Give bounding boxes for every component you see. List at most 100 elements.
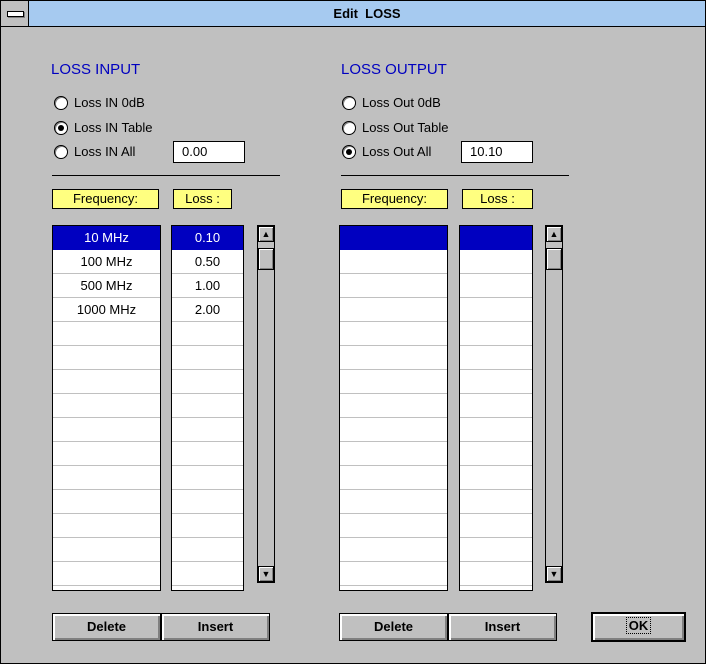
input-insert-button[interactable]: Insert xyxy=(161,613,270,641)
list-item[interactable] xyxy=(460,298,532,322)
list-item[interactable] xyxy=(460,466,532,490)
input-loss-header: Loss : xyxy=(173,189,232,209)
list-item[interactable] xyxy=(340,226,447,250)
output-frequency-list[interactable] xyxy=(339,225,448,591)
list-item[interactable] xyxy=(340,394,447,418)
list-item[interactable]: 0.50 xyxy=(172,250,243,274)
list-item[interactable] xyxy=(53,418,160,442)
output-insert-button[interactable]: Insert xyxy=(448,613,557,641)
edit-loss-window: Edit LOSS LOSS INPUT Loss IN 0dB Loss IN… xyxy=(0,0,706,664)
radio-button[interactable] xyxy=(54,121,68,135)
list-item[interactable] xyxy=(460,226,532,250)
list-item[interactable] xyxy=(340,274,447,298)
list-item[interactable] xyxy=(172,490,243,514)
arrow-up-icon[interactable]: ▲ xyxy=(258,226,274,242)
radio-label: Loss IN Table xyxy=(74,120,153,135)
list-item[interactable]: 1000 MHz xyxy=(53,298,160,322)
list-item[interactable] xyxy=(460,562,532,586)
list-item[interactable] xyxy=(53,514,160,538)
window-title: Edit LOSS xyxy=(333,6,401,21)
list-item[interactable] xyxy=(340,298,447,322)
list-item[interactable] xyxy=(53,370,160,394)
list-item[interactable]: 100 MHz xyxy=(53,250,160,274)
list-item[interactable] xyxy=(172,322,243,346)
list-item[interactable] xyxy=(53,538,160,562)
title-bar[interactable]: Edit LOSS xyxy=(1,1,705,27)
list-item[interactable] xyxy=(53,466,160,490)
list-item[interactable] xyxy=(172,418,243,442)
list-item[interactable] xyxy=(460,538,532,562)
output-scrollbar[interactable]: ▲ ▼ xyxy=(545,225,563,583)
list-item[interactable] xyxy=(340,250,447,274)
list-item[interactable] xyxy=(53,442,160,466)
input-frequency-list[interactable]: 10 MHz 100 MHz 500 MHz 1000 MHz xyxy=(52,225,161,591)
list-item[interactable] xyxy=(172,538,243,562)
list-item[interactable] xyxy=(340,322,447,346)
list-item[interactable]: 10 MHz xyxy=(53,226,160,250)
list-item[interactable] xyxy=(172,346,243,370)
list-item[interactable] xyxy=(460,490,532,514)
list-item[interactable] xyxy=(172,562,243,586)
list-item[interactable] xyxy=(172,394,243,418)
radio-label: Loss IN 0dB xyxy=(74,95,145,110)
list-item[interactable] xyxy=(340,538,447,562)
arrow-down-icon[interactable]: ▼ xyxy=(258,566,274,582)
list-item[interactable] xyxy=(172,370,243,394)
loss-input-title: LOSS INPUT xyxy=(51,61,141,78)
radio-label: Loss IN All xyxy=(74,144,136,159)
list-item[interactable] xyxy=(340,490,447,514)
output-frequency-header: Frequency: xyxy=(341,189,448,209)
radio-button[interactable] xyxy=(342,145,356,159)
list-item[interactable] xyxy=(340,514,447,538)
arrow-down-icon[interactable]: ▼ xyxy=(546,566,562,582)
loss-in-all-field[interactable]: 0.00 xyxy=(173,141,245,163)
scroll-thumb[interactable] xyxy=(546,248,562,270)
list-item[interactable] xyxy=(460,442,532,466)
list-item[interactable] xyxy=(460,250,532,274)
list-item[interactable] xyxy=(460,514,532,538)
list-item[interactable] xyxy=(53,346,160,370)
list-item[interactable] xyxy=(340,562,447,586)
list-item[interactable] xyxy=(340,442,447,466)
list-item[interactable] xyxy=(172,466,243,490)
output-delete-button[interactable]: Delete xyxy=(339,613,448,641)
list-item[interactable] xyxy=(460,418,532,442)
list-item[interactable] xyxy=(340,346,447,370)
list-item[interactable]: 1.00 xyxy=(172,274,243,298)
radio-button[interactable] xyxy=(54,96,68,110)
divider xyxy=(341,175,569,176)
list-item[interactable]: 0.10 xyxy=(172,226,243,250)
list-item[interactable] xyxy=(460,346,532,370)
divider xyxy=(52,175,280,176)
list-item[interactable] xyxy=(53,394,160,418)
input-frequency-header: Frequency: xyxy=(52,189,159,209)
list-item[interactable] xyxy=(53,562,160,586)
radio-button[interactable] xyxy=(342,121,356,135)
input-loss-list[interactable]: 0.10 0.50 1.00 2.00 xyxy=(171,225,244,591)
scroll-thumb[interactable] xyxy=(258,248,274,270)
arrow-up-icon[interactable]: ▲ xyxy=(546,226,562,242)
loss-out-all-field[interactable]: 10.10 xyxy=(461,141,533,163)
list-item[interactable] xyxy=(460,322,532,346)
list-item[interactable] xyxy=(172,514,243,538)
list-item[interactable] xyxy=(460,274,532,298)
list-item[interactable] xyxy=(460,370,532,394)
loss-output-title: LOSS OUTPUT xyxy=(341,61,447,78)
system-menu-icon[interactable] xyxy=(1,1,29,26)
radio-button[interactable] xyxy=(54,145,68,159)
output-loss-list[interactable] xyxy=(459,225,533,591)
input-scrollbar[interactable]: ▲ ▼ xyxy=(257,225,275,583)
list-item[interactable]: 2.00 xyxy=(172,298,243,322)
list-item[interactable] xyxy=(53,322,160,346)
ok-button[interactable]: OK xyxy=(591,612,686,642)
list-item[interactable] xyxy=(172,442,243,466)
list-item[interactable] xyxy=(340,370,447,394)
list-item[interactable] xyxy=(340,466,447,490)
radio-button[interactable] xyxy=(342,96,356,110)
ok-label: OK xyxy=(625,617,652,634)
list-item[interactable] xyxy=(340,418,447,442)
input-delete-button[interactable]: Delete xyxy=(52,613,161,641)
list-item[interactable] xyxy=(460,394,532,418)
list-item[interactable]: 500 MHz xyxy=(53,274,160,298)
list-item[interactable] xyxy=(53,490,160,514)
